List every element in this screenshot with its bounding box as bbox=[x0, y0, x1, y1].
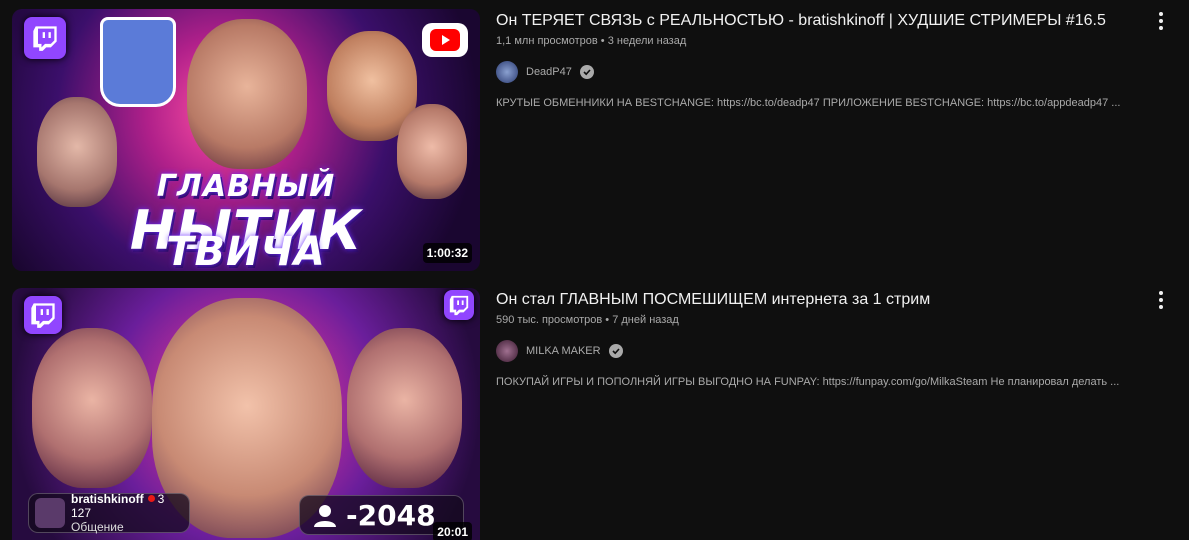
upload-age: 3 недели назад bbox=[607, 35, 687, 47]
more-actions-icon[interactable] bbox=[1149, 9, 1173, 33]
thumbnail-mascot bbox=[100, 17, 176, 107]
counter-value: -2048 bbox=[346, 498, 436, 532]
video-description: ПОКУПАЙ ИГРЫ И ПОПОЛНЯЙ ИГРЫ ВЫГОДНО НА … bbox=[496, 376, 1120, 388]
stream-category: Общение bbox=[71, 520, 124, 534]
channel-avatar[interactable] bbox=[496, 61, 518, 83]
live-dot-icon bbox=[147, 495, 155, 502]
video-result[interactable]: bratishkinoff 3 127 Общение -2048 20:01 О… bbox=[12, 288, 1189, 540]
channel-avatar[interactable] bbox=[496, 340, 518, 362]
streamer-avatar bbox=[35, 498, 65, 528]
video-description: КРУТЫЕ ОБМЕННИКИ НА BESTCHANGE: https://… bbox=[496, 97, 1121, 109]
channel-name[interactable]: MILKA MAKER bbox=[526, 345, 601, 357]
video-info: Он ТЕРЯЕТ СВЯЗЬ с РЕАЛЬНОСТЬЮ - bratishk… bbox=[480, 9, 1189, 271]
youtube-logo-icon bbox=[422, 23, 468, 57]
meta-separator: • bbox=[605, 314, 610, 326]
video-meta: 1,1 млн просмотров • 3 недели назад bbox=[496, 35, 1189, 47]
thumbnail-person bbox=[187, 19, 307, 169]
meta-separator: • bbox=[600, 35, 605, 47]
video-info: Он стал ГЛАВНЫМ ПОСМЕШИЩЕМ интернета за … bbox=[480, 288, 1189, 540]
thumbnail-person bbox=[32, 328, 152, 488]
thumbnail-person bbox=[347, 328, 462, 488]
video-result[interactable]: ГЛАВНЫЙ НЫТИК ТВИЧА 1:00:32 Он ТЕРЯЕТ СВ… bbox=[12, 9, 1189, 271]
upload-age: 7 дней назад bbox=[612, 314, 679, 326]
twitch-logo-icon bbox=[444, 290, 474, 320]
channel-row[interactable]: MILKA MAKER bbox=[496, 340, 1189, 362]
view-count: 590 тыс. просмотров bbox=[496, 314, 603, 326]
more-actions-icon[interactable] bbox=[1149, 288, 1173, 312]
verified-check-icon bbox=[608, 344, 623, 358]
twitch-logo-icon bbox=[24, 17, 66, 59]
streamer-name: bratishkinoff bbox=[71, 492, 144, 506]
duration-badge: 20:01 bbox=[433, 522, 472, 540]
verified-check-icon bbox=[579, 65, 594, 79]
user-icon bbox=[314, 505, 336, 527]
video-thumbnail[interactable]: bratishkinoff 3 127 Общение -2048 20:01 bbox=[12, 288, 480, 540]
thumbnail-caption: ТВИЧА bbox=[166, 229, 326, 271]
view-count: 1,1 млн просмотров bbox=[496, 35, 598, 47]
video-title[interactable]: Он стал ГЛАВНЫМ ПОСМЕШИЩЕМ интернета за … bbox=[496, 289, 1189, 311]
twitch-logo-icon bbox=[24, 296, 62, 334]
stream-info-overlay: bratishkinoff 3 127 Общение bbox=[28, 492, 190, 534]
video-thumbnail[interactable]: ГЛАВНЫЙ НЫТИК ТВИЧА 1:00:32 bbox=[12, 9, 480, 271]
channel-row[interactable]: DeadP47 bbox=[496, 61, 1189, 83]
duration-badge: 1:00:32 bbox=[422, 243, 472, 263]
channel-name[interactable]: DeadP47 bbox=[526, 66, 572, 78]
video-title[interactable]: Он ТЕРЯЕТ СВЯЗЬ с РЕАЛЬНОСТЬЮ - bratishk… bbox=[496, 10, 1189, 32]
video-meta: 590 тыс. просмотров • 7 дней назад bbox=[496, 314, 1189, 326]
